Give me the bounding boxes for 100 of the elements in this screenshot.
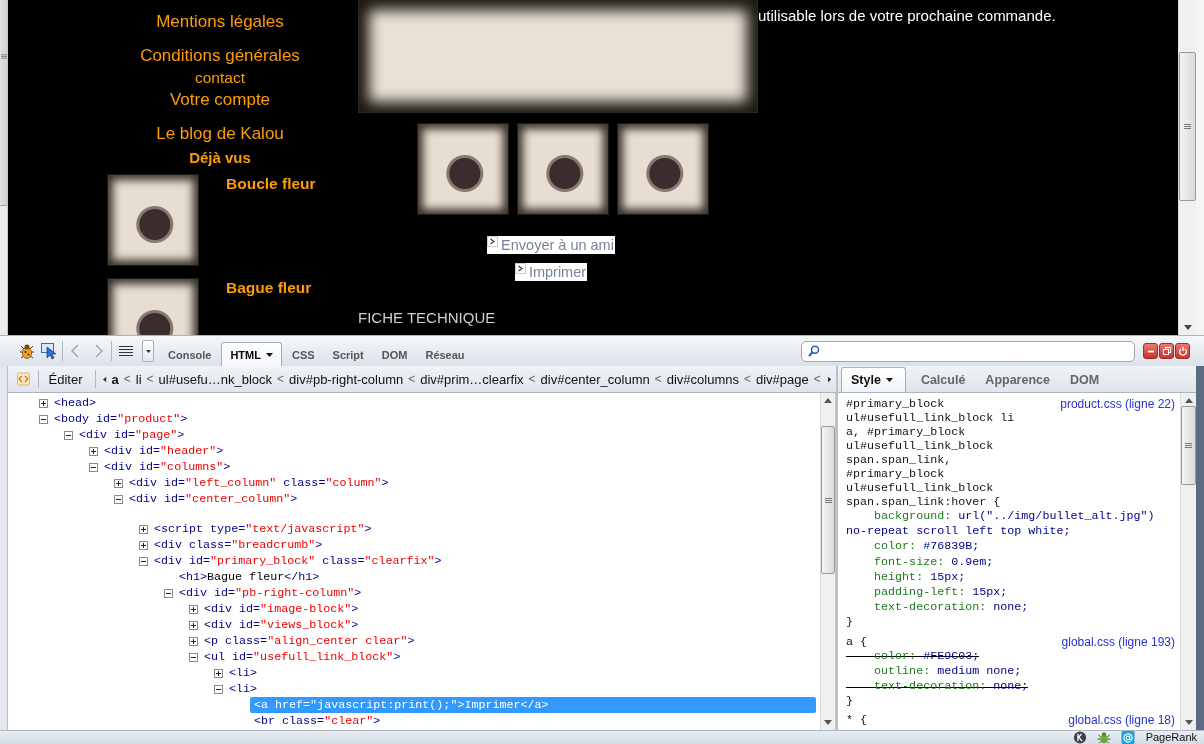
html-node[interactable]: <body id="product"> bbox=[50, 411, 192, 427]
html-node[interactable]: <script type="text/javascript"> bbox=[150, 521, 376, 537]
breadcrumb-item[interactable]: div#page bbox=[756, 371, 809, 387]
tab[interactable]: DOM bbox=[373, 342, 416, 366]
plus-icon[interactable] bbox=[139, 540, 148, 550]
plus-icon[interactable] bbox=[139, 524, 148, 534]
html-node[interactable]: <p class="align_center clear"> bbox=[200, 633, 419, 649]
html-node[interactable]: <br class="clear"> bbox=[250, 713, 385, 729]
plus-icon[interactable] bbox=[39, 398, 48, 408]
html-node[interactable]: <li> bbox=[225, 681, 262, 697]
breadcrumb-item[interactable]: div#pb-right-column bbox=[289, 371, 404, 387]
status-label[interactable]: PageRank bbox=[1145, 731, 1197, 744]
at-sign-icon[interactable] bbox=[1119, 731, 1136, 744]
text-link[interactable]: Imprimer bbox=[514, 263, 588, 281]
plus-icon[interactable] bbox=[89, 446, 98, 456]
bug-icon[interactable] bbox=[18, 342, 36, 360]
minus-icon[interactable] bbox=[114, 494, 123, 504]
css-property[interactable]: height: 15px; bbox=[846, 569, 966, 585]
html-node[interactable]: <div id="views_block"> bbox=[200, 617, 363, 633]
restore-button[interactable] bbox=[1159, 343, 1174, 359]
source-link[interactable]: global.css (ligne 18) bbox=[1068, 713, 1175, 728]
html-node[interactable]: <div id="left_column" class="column"> bbox=[125, 475, 393, 491]
product-link[interactable]: Bague fleur bbox=[226, 279, 312, 297]
tab[interactable]: Style bbox=[841, 367, 906, 392]
arrow-down-icon[interactable] bbox=[1183, 325, 1192, 330]
plus-icon[interactable] bbox=[189, 620, 198, 630]
scrollbar-thumb[interactable] bbox=[1179, 52, 1196, 201]
photo-placeholder[interactable] bbox=[617, 123, 709, 215]
scrollbar[interactable] bbox=[820, 393, 836, 730]
tab[interactable]: Script bbox=[324, 342, 372, 366]
breadcrumb-item[interactable]: li bbox=[135, 371, 142, 387]
css-property[interactable]: color: #76839B; bbox=[846, 539, 980, 555]
breadcrumb-item[interactable]: a bbox=[111, 371, 119, 387]
html-node[interactable]: <head> bbox=[50, 395, 101, 411]
html-node[interactable]: <div id="center_column"> bbox=[125, 491, 302, 507]
scrollbar-thumb[interactable] bbox=[821, 426, 835, 574]
scrollbar[interactable] bbox=[1180, 393, 1196, 730]
html-node[interactable]: <div id="primary_block" class="clearfix"> bbox=[150, 553, 446, 569]
breadcrumb-item[interactable]: div#columns bbox=[666, 371, 739, 387]
dropdown-button[interactable] bbox=[142, 340, 154, 362]
menu-link[interactable]: Le blog de Kalou bbox=[100, 123, 340, 145]
tab[interactable]: Console bbox=[160, 342, 220, 366]
tab[interactable]: Réseau bbox=[417, 342, 473, 366]
dark-circle-icon[interactable] bbox=[1071, 731, 1088, 744]
plus-icon[interactable] bbox=[114, 478, 123, 488]
html-node[interactable]: <div id="page"> bbox=[75, 427, 189, 443]
minus-icon[interactable] bbox=[164, 588, 173, 598]
minus-icon[interactable] bbox=[189, 652, 198, 662]
arrow-down-icon[interactable] bbox=[1184, 720, 1193, 725]
tab[interactable]: DOM bbox=[1060, 367, 1109, 392]
inspect-icon[interactable] bbox=[40, 342, 58, 360]
minus-icon[interactable] bbox=[64, 430, 73, 440]
breadcrumb-item[interactable]: div#center_column bbox=[540, 371, 650, 387]
menu-link[interactable]: Mentions légales bbox=[100, 11, 340, 33]
tab[interactable]: Apparence bbox=[976, 367, 1059, 392]
search-field[interactable] bbox=[801, 340, 1135, 362]
code-icon[interactable] bbox=[17, 371, 30, 387]
source-link[interactable]: global.css (ligne 193) bbox=[1061, 634, 1175, 649]
photo-placeholder[interactable] bbox=[107, 174, 199, 266]
menu-icon[interactable] bbox=[118, 345, 134, 357]
tab[interactable]: CSS bbox=[283, 342, 323, 366]
menu-link[interactable]: Votre compte bbox=[100, 89, 340, 111]
html-node[interactable]: <ul id="usefull_link_block"> bbox=[200, 649, 405, 665]
minus-icon[interactable] bbox=[39, 414, 48, 424]
breadcrumb-item[interactable]: ul#usefu…nk_block bbox=[158, 371, 273, 387]
scroll-right-icon[interactable] bbox=[827, 375, 831, 383]
arrow-up-icon[interactable] bbox=[1184, 398, 1193, 403]
scrollbar[interactable] bbox=[1178, 0, 1196, 335]
plus-icon[interactable] bbox=[189, 604, 198, 614]
source-link[interactable]: product.css (ligne 22) bbox=[1060, 397, 1175, 411]
photo-placeholder[interactable] bbox=[517, 123, 609, 215]
arrow-down-icon[interactable] bbox=[824, 720, 832, 725]
minus-icon[interactable] bbox=[89, 462, 98, 472]
arrow-up-icon[interactable] bbox=[824, 398, 832, 403]
close-button[interactable] bbox=[1175, 343, 1190, 359]
html-node[interactable]: <div class="breadcrumb"> bbox=[150, 537, 327, 553]
css-property[interactable]: font-size: 0.9em; bbox=[846, 554, 994, 570]
tab[interactable]: HTML bbox=[221, 342, 282, 366]
menu-link[interactable]: Conditions générales bbox=[100, 45, 340, 67]
minus-icon[interactable] bbox=[139, 556, 148, 566]
edit-button[interactable]: Éditer bbox=[44, 368, 87, 390]
html-node[interactable]: <div id="image-block"> bbox=[200, 601, 363, 617]
menu-link[interactable]: contact bbox=[100, 70, 340, 86]
html-node[interactable]: <div id="header"> bbox=[100, 443, 228, 459]
product-link[interactable]: Boucle fleur bbox=[226, 175, 316, 193]
html-node[interactable]: <div id="columns"> bbox=[100, 459, 235, 475]
css-property[interactable]: background: url("../img/bullet_alt.jpg") no-repeat scroll left top white; bbox=[846, 509, 1175, 540]
minimize-button[interactable] bbox=[1143, 343, 1158, 359]
css-property[interactable]: text-decoration: none; bbox=[846, 600, 1029, 616]
plus-icon[interactable] bbox=[214, 668, 223, 678]
scrollbar-thumb[interactable] bbox=[0, 0, 7, 206]
text-link[interactable]: Envoyer à un ami bbox=[487, 236, 615, 254]
tab[interactable]: Calculé bbox=[911, 367, 975, 392]
css-property[interactable]: padding-left: 15px; bbox=[846, 585, 1008, 601]
html-node[interactable]: <div id="pb-right-column"> bbox=[175, 585, 366, 601]
minus-icon[interactable] bbox=[214, 684, 223, 694]
scrollbar-thumb[interactable] bbox=[1181, 406, 1196, 485]
html-node[interactable]: <li> bbox=[225, 665, 262, 681]
photo-placeholder[interactable] bbox=[417, 123, 509, 215]
plus-icon[interactable] bbox=[189, 636, 198, 646]
